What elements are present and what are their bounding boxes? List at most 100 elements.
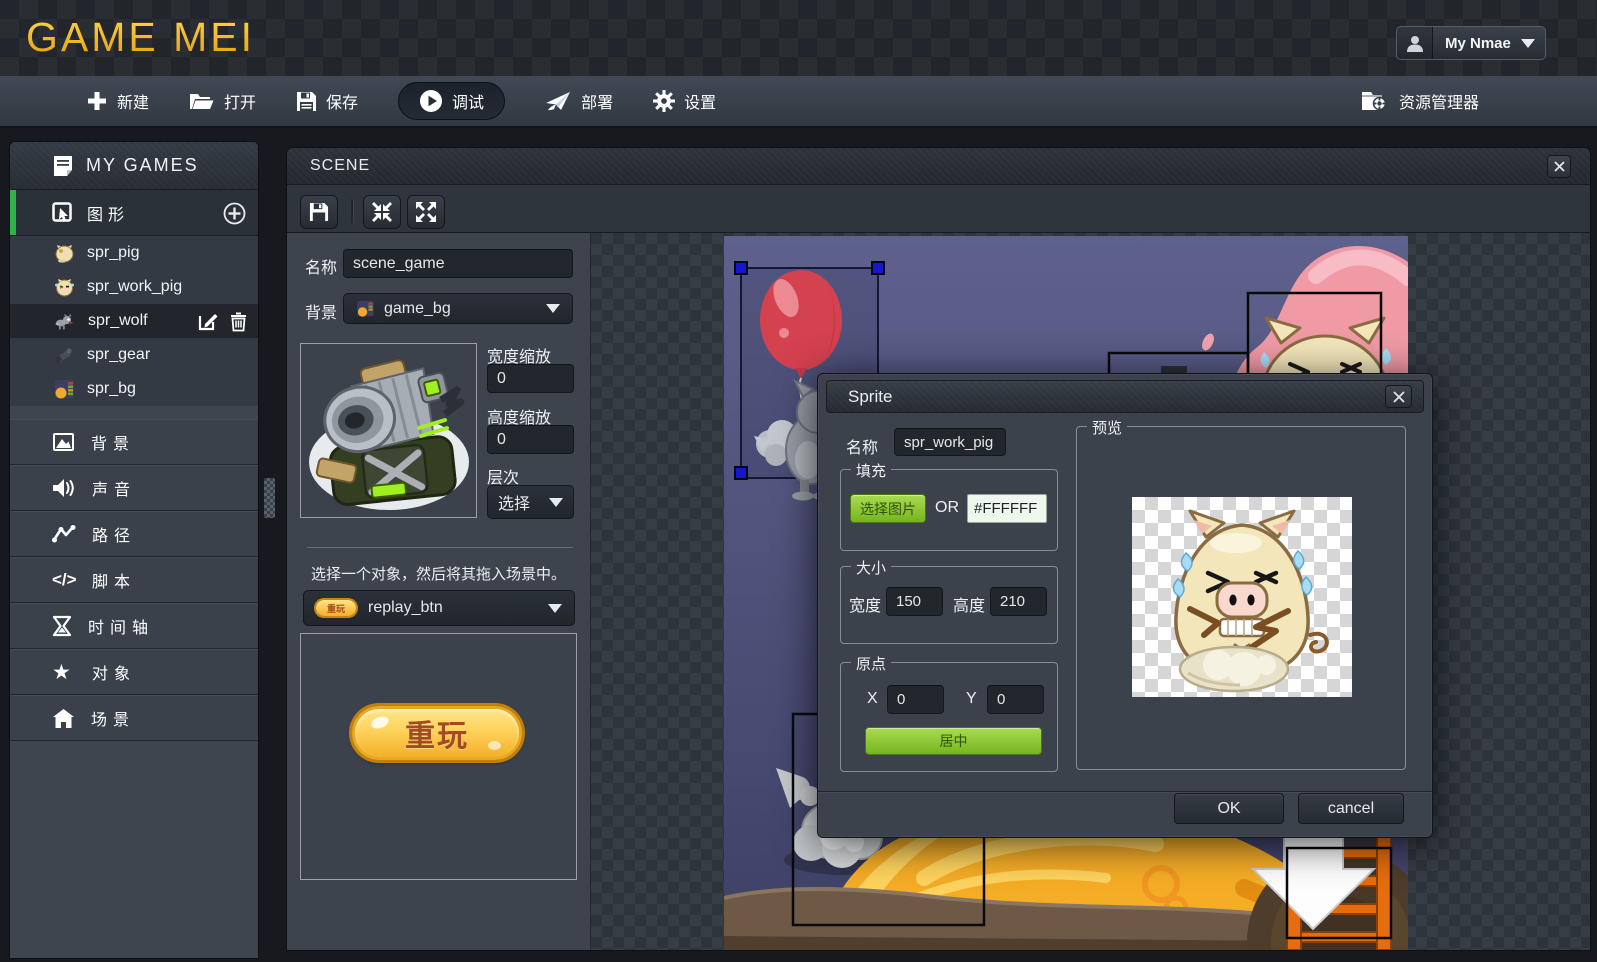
- settings-button[interactable]: 设置: [653, 89, 716, 113]
- sidebar-item-sound[interactable]: 声音: [10, 465, 258, 511]
- width-scale-input[interactable]: [487, 364, 574, 393]
- gear-sprite-icon: [54, 345, 75, 366]
- origin-x-input[interactable]: [887, 685, 944, 714]
- sidebar-item-path[interactable]: 路径: [10, 511, 258, 557]
- sprite-row-spr-bg[interactable]: spr_bg: [10, 372, 258, 406]
- chevron-down-icon: [1521, 39, 1535, 48]
- close-icon: [1393, 391, 1405, 403]
- object-hint-text: 选择一个对象，然后将其拖入场景中。: [287, 563, 590, 584]
- sprite-dialog: Sprite 名称 填充 选择图片 OR 大小 宽度 高度 原点 X Y: [817, 373, 1433, 838]
- chevron-down-icon: [546, 304, 560, 313]
- sidebar-item-background[interactable]: 背景: [10, 419, 258, 465]
- toolbar-separator: [351, 199, 353, 223]
- chevron-down-icon: [548, 604, 562, 613]
- size-height-label: 高度: [953, 592, 985, 616]
- work-pig-sprite-icon: [54, 277, 75, 298]
- layer-dropdown[interactable]: 选择: [487, 485, 574, 519]
- choose-image-button[interactable]: 选择图片: [850, 494, 926, 523]
- add-sprite-button[interactable]: [223, 202, 246, 230]
- ok-button[interactable]: OK: [1174, 793, 1284, 824]
- or-label: OR: [935, 499, 959, 517]
- sidebar-title: MY GAMES: [10, 142, 258, 190]
- document-icon: [52, 155, 74, 177]
- expand-view-button[interactable]: [407, 195, 445, 229]
- sprite-row-spr-work-pig[interactable]: spr_work_pig: [10, 270, 258, 304]
- sprite-row-spr-gear[interactable]: spr_gear: [10, 338, 258, 372]
- scene-name-label: 名称: [305, 254, 337, 278]
- center-origin-button[interactable]: 居中: [865, 727, 1042, 755]
- height-scale-input[interactable]: [487, 425, 574, 454]
- open-button[interactable]: 打开: [189, 89, 256, 113]
- bg-thumbnail-icon: [356, 300, 375, 317]
- object-dropdown[interactable]: 重玩 replay_btn: [303, 590, 575, 626]
- debug-button[interactable]: 调试: [398, 82, 505, 120]
- origin-y-label: Y: [966, 690, 977, 708]
- deploy-button[interactable]: 部署: [545, 89, 613, 113]
- sidebar-item-scene[interactable]: 场景: [10, 695, 258, 741]
- gear-icon: [653, 90, 675, 112]
- speaker-icon: [52, 478, 76, 498]
- scene-toolbar: [287, 185, 1590, 233]
- plus-icon: [86, 90, 108, 112]
- sprite-name-label: 名称: [846, 434, 878, 458]
- panel-resize-handle[interactable]: [264, 478, 275, 518]
- size-group: 大小 宽度 高度: [840, 566, 1058, 644]
- main-toolbar: 新建 打开 保存 调试 部署: [0, 76, 1597, 128]
- collapse-view-button[interactable]: [363, 195, 401, 229]
- arrows-out-icon: [415, 201, 437, 223]
- origin-group: 原点 X Y 居中: [840, 662, 1058, 772]
- origin-x-label: X: [867, 690, 878, 708]
- paper-plane-icon: [545, 90, 572, 112]
- sidebar: MY GAMES 图形 spr_pig spr_work_pig spr_wol…: [10, 142, 258, 958]
- app-window: GAME MEI My Nmae 新建 打开 保存 调试: [0, 0, 1597, 962]
- sprite-row-spr-wolf[interactable]: spr_wolf: [10, 304, 258, 338]
- code-icon: </>: [52, 570, 76, 590]
- sidebar-item-object[interactable]: ★ 对象: [10, 649, 258, 695]
- app-logo: GAME MEI: [26, 14, 255, 61]
- save-scene-button[interactable]: [300, 195, 338, 229]
- user-avatar-icon: [1397, 27, 1433, 59]
- folder-open-icon: [189, 91, 215, 111]
- delete-sprite-button[interactable]: [229, 310, 248, 337]
- preview-group: 预览: [1076, 426, 1406, 770]
- save-button[interactable]: 保存: [296, 89, 358, 113]
- replay-btn-thumbnail: 重玩: [316, 600, 356, 616]
- sprite-name-input[interactable]: [894, 428, 1006, 456]
- new-button[interactable]: 新建: [86, 89, 149, 113]
- close-dialog-button[interactable]: [1385, 385, 1412, 408]
- dialog-footer-divider: [818, 791, 1432, 792]
- scene-panel-title: SCENE: [310, 157, 370, 175]
- folder-gear-icon: [1361, 90, 1389, 112]
- scene-bg-label: 背景: [305, 299, 337, 323]
- origin-y-input[interactable]: [987, 685, 1044, 714]
- floppy-icon: [296, 91, 317, 112]
- pig-sprite-icon: [54, 243, 75, 264]
- fill-color-input[interactable]: [967, 494, 1047, 523]
- scene-bg-dropdown[interactable]: game_bg: [343, 293, 573, 324]
- floppy-icon: [309, 202, 329, 222]
- sprite-preview-image: [1132, 497, 1352, 697]
- edit-sprite-button[interactable]: [197, 310, 219, 337]
- sidebar-item-timeline[interactable]: 时间轴: [10, 603, 258, 649]
- arrows-in-icon: [371, 201, 393, 223]
- selected-sprite-preview: [300, 343, 477, 518]
- picture-icon: [52, 432, 75, 452]
- cancel-button[interactable]: cancel: [1298, 793, 1404, 824]
- user-name: My Nmae: [1445, 35, 1511, 52]
- preview-legend: 预览: [1087, 417, 1127, 438]
- scene-name-input[interactable]: [343, 249, 573, 278]
- close-scene-panel-button[interactable]: [1547, 155, 1571, 178]
- star-icon: ★: [52, 662, 76, 683]
- user-menu-button[interactable]: My Nmae: [1396, 26, 1546, 60]
- size-width-input[interactable]: [886, 587, 943, 616]
- close-icon: [1554, 161, 1565, 172]
- sidebar-item-graphics[interactable]: 图形: [10, 190, 258, 236]
- edit-icon: [197, 310, 219, 332]
- sprite-row-spr-pig[interactable]: spr_pig: [10, 236, 258, 270]
- fill-group: 填充 选择图片 OR: [840, 469, 1058, 551]
- sidebar-item-script[interactable]: </> 脚本: [10, 557, 258, 603]
- resource-manager-button[interactable]: 资源管理器: [1361, 89, 1479, 113]
- size-height-input[interactable]: [990, 587, 1047, 616]
- replay-game-button[interactable]: 重玩: [352, 706, 522, 760]
- fill-legend: 填充: [851, 460, 891, 481]
